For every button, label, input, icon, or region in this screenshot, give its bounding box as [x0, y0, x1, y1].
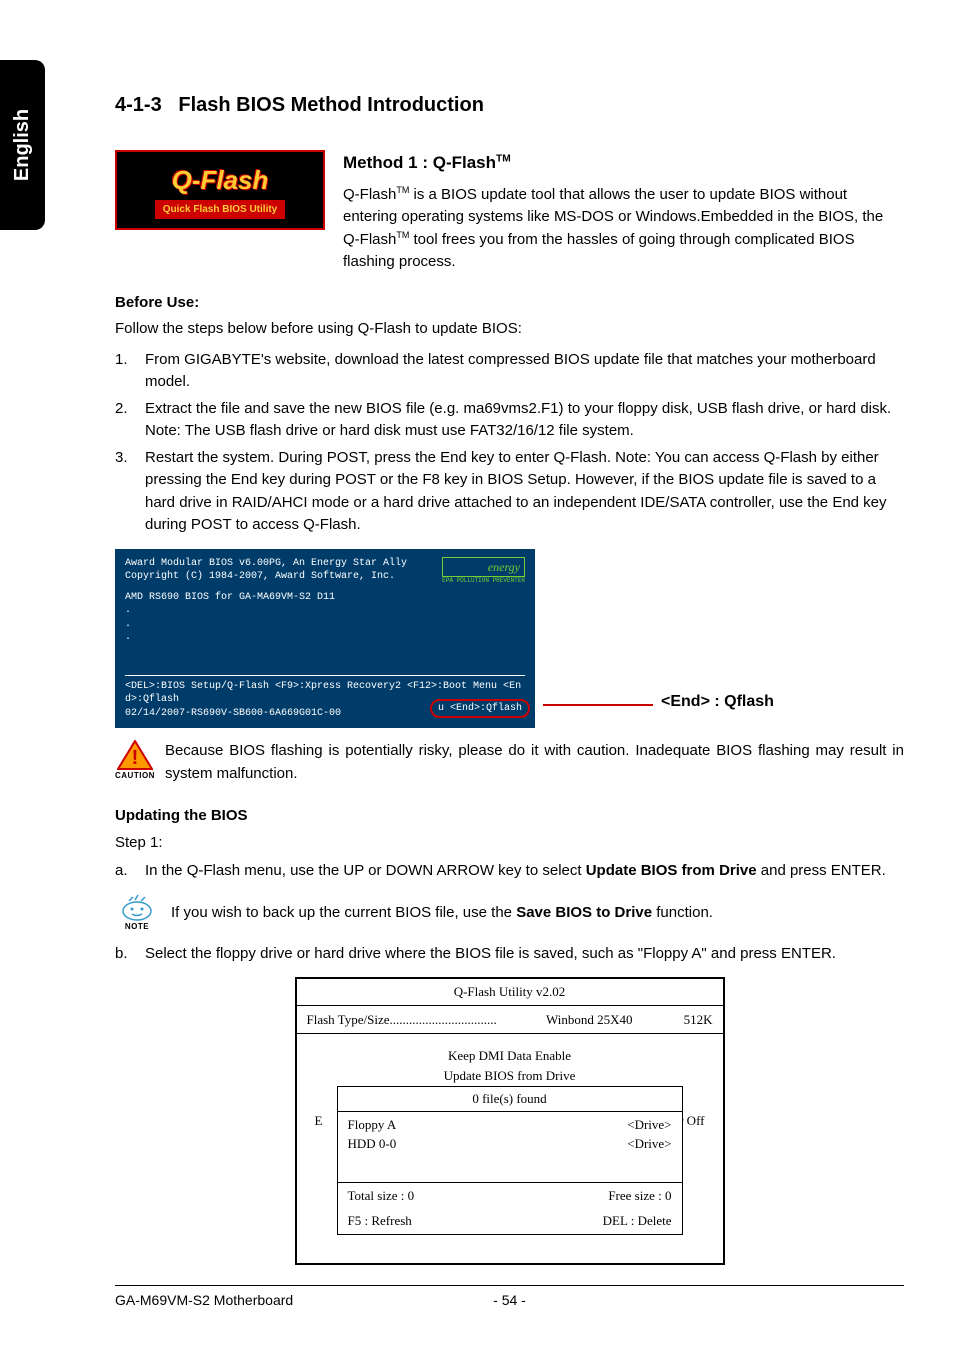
updating-heading: Updating the BIOS: [115, 805, 904, 828]
qflash-logo: Q-Flash Quick Flash BIOS Utility: [115, 150, 325, 230]
list-item: b. Select the floppy drive or hard drive…: [115, 943, 904, 966]
callout-line: [543, 704, 653, 706]
section-heading: 4-1-3 Flash BIOS Method Introduction: [115, 90, 904, 120]
before-use-intro: Follow the steps below before using Q-Fl…: [115, 318, 904, 341]
callout-text: <End> : Qflash: [661, 690, 774, 714]
drive-row: HDD 0-0<Drive>: [348, 1134, 672, 1154]
bios-post-screenshot: Award Modular BIOS v6.00PG, An Energy St…: [115, 549, 535, 729]
before-use-list: 1.From GIGABYTE's website, download the …: [115, 349, 904, 537]
list-item: 3.Restart the system. During POST, press…: [115, 447, 904, 537]
page-footer: GA-M69VM-S2 Motherboard - 54 -: [115, 1285, 904, 1311]
note-icon: NOTE: [115, 893, 159, 933]
list-item: 1.From GIGABYTE's website, download the …: [115, 349, 904, 394]
list-item: a. In the Q-Flash menu, use the UP or DO…: [115, 860, 904, 883]
language-label: English: [8, 109, 38, 181]
list-item: 2.Extract the file and save the new BIOS…: [115, 398, 904, 443]
step1-label: Step 1:: [115, 832, 904, 855]
drive-selection-popup: 0 file(s) found Floppy A<Drive> HDD 0-0<…: [337, 1086, 683, 1235]
drive-row: Floppy A<Drive>: [348, 1115, 672, 1135]
method1-title: Method 1 : Q-FlashTM: [343, 150, 904, 176]
end-key-highlight: u <End>:Qflash: [430, 699, 530, 719]
qflash-utility-screenshot: Q-Flash Utility v2.02 Flash Type/Size ..…: [295, 977, 725, 1265]
caution-icon: ! CAUTION: [115, 740, 155, 782]
language-tab: English: [0, 60, 45, 230]
caution-text: Because BIOS flashing is potentially ris…: [165, 740, 904, 785]
method1-intro: Q-FlashTM is a BIOS update tool that all…: [343, 184, 904, 274]
before-use-label: Before Use:: [115, 292, 904, 315]
svg-text:!: !: [132, 747, 139, 769]
note-text: If you wish to back up the current BIOS …: [171, 902, 713, 925]
